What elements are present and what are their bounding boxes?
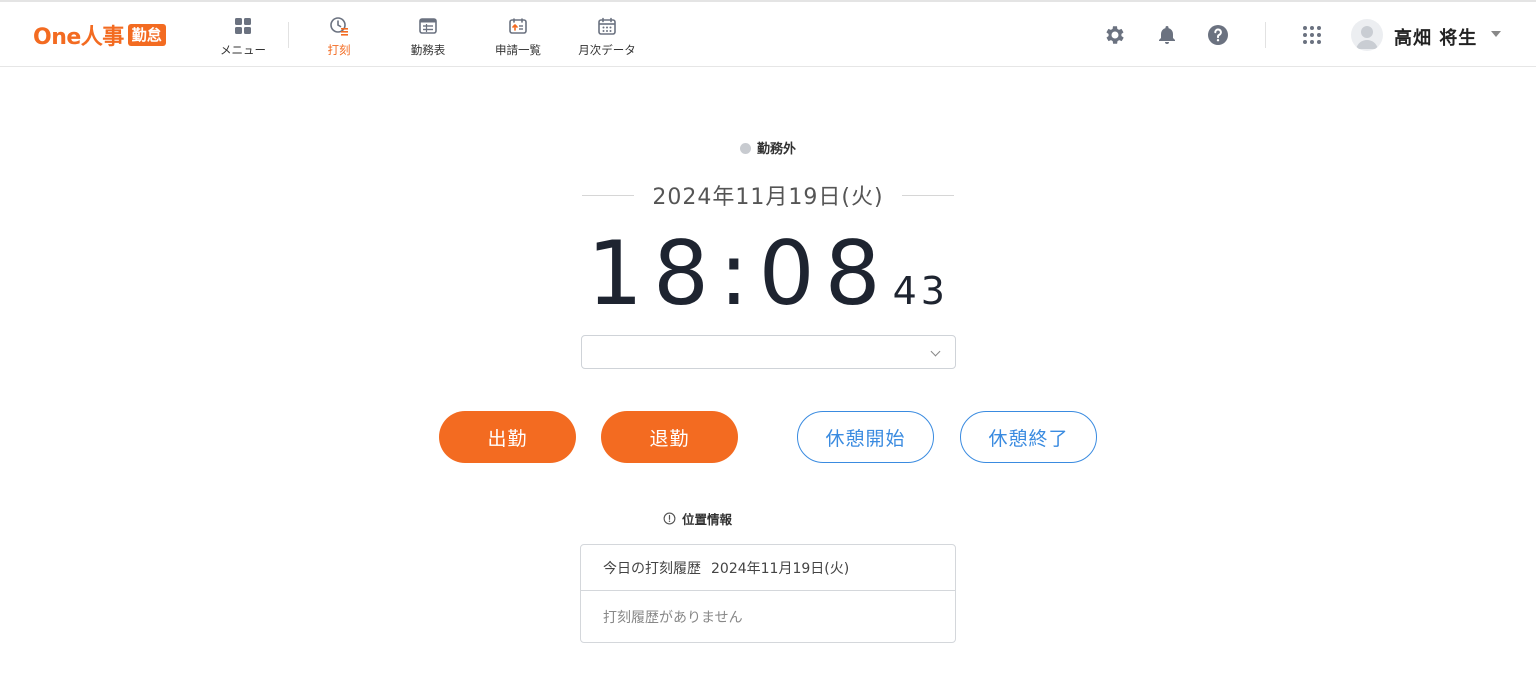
break-end-button[interactable]: 休憩終了 xyxy=(960,411,1097,463)
punch-history-empty: 打刻履歴がありません xyxy=(603,609,743,626)
info-icon xyxy=(663,512,676,525)
work-status: 勤務外 xyxy=(0,138,1536,157)
nav-timesheet-label: 勤務表 xyxy=(410,43,446,57)
work-status-label: 勤務外 xyxy=(756,142,796,157)
logo-text: One人事 xyxy=(33,25,124,50)
nav-applications[interactable]: 申請一覧 xyxy=(483,16,553,58)
nav-monthly-data-label: 月次データ xyxy=(578,43,636,57)
nav-menu-label: メニュー xyxy=(220,43,266,57)
date-line-left xyxy=(582,194,635,196)
work-type-select[interactable] xyxy=(581,335,956,369)
date-row: 2024年11月19日(火) xyxy=(582,180,954,210)
nav-clock[interactable]: 打刻 xyxy=(304,16,374,58)
user-avatar-icon xyxy=(1356,26,1378,49)
punch-history-title: 今日の打刻履歴 xyxy=(603,560,701,577)
status-dot-icon xyxy=(739,143,751,154)
timesheet-icon xyxy=(419,18,437,34)
current-time-seconds: 43 xyxy=(892,269,949,313)
clock-in-button[interactable]: 出勤 xyxy=(439,411,576,463)
nav-timesheet[interactable]: 勤務表 xyxy=(393,16,463,58)
gear-icon[interactable] xyxy=(1103,23,1127,47)
chevron-down-icon xyxy=(930,346,941,357)
current-date: 2024年11月19日(火) xyxy=(652,185,884,210)
punch-history-panel: 今日の打刻履歴 2024年11月19日(火) 打刻履歴がありません xyxy=(580,544,956,643)
break-start-button[interactable]: 休憩開始 xyxy=(797,411,934,463)
help-icon[interactable] xyxy=(1206,23,1230,47)
bell-icon[interactable] xyxy=(1155,23,1179,47)
avatar[interactable] xyxy=(1351,19,1383,51)
top-header: One人事 勤怠 メニュー 打刻 勤務表 申請一覧 月次データ 高畑 将生 xyxy=(0,0,1536,67)
clock-out-button[interactable]: 退勤 xyxy=(601,411,738,463)
current-time: 18:0843 xyxy=(0,222,1536,325)
app-logo[interactable]: One人事 勤怠 xyxy=(33,20,166,50)
grid-icon xyxy=(235,18,251,34)
nav-monthly-data[interactable]: 月次データ xyxy=(572,16,642,58)
nav-clock-label: 打刻 xyxy=(327,43,351,57)
location-info-label: 位置情報 xyxy=(682,512,733,527)
punch-history-date: 2024年11月19日(火) xyxy=(711,560,850,577)
application-list-icon xyxy=(509,18,527,34)
chevron-down-icon[interactable] xyxy=(1491,31,1501,37)
punch-history-header: 今日の打刻履歴 2024年11月19日(火) xyxy=(581,545,955,591)
nav-applications-label: 申請一覧 xyxy=(495,43,541,57)
logo-badge: 勤怠 xyxy=(127,24,166,46)
date-line-right xyxy=(901,194,954,196)
calendar-icon xyxy=(598,17,616,35)
clock-icon xyxy=(330,17,348,36)
current-time-hm: 18:08 xyxy=(587,222,891,325)
apps-grid-icon[interactable] xyxy=(1300,23,1324,47)
header-divider xyxy=(1265,22,1266,48)
location-info[interactable]: 位置情報 xyxy=(663,509,732,528)
nav-menu[interactable]: メニュー xyxy=(208,16,278,58)
nav-divider xyxy=(288,22,289,48)
user-name[interactable]: 高畑 将生 xyxy=(1394,24,1477,50)
